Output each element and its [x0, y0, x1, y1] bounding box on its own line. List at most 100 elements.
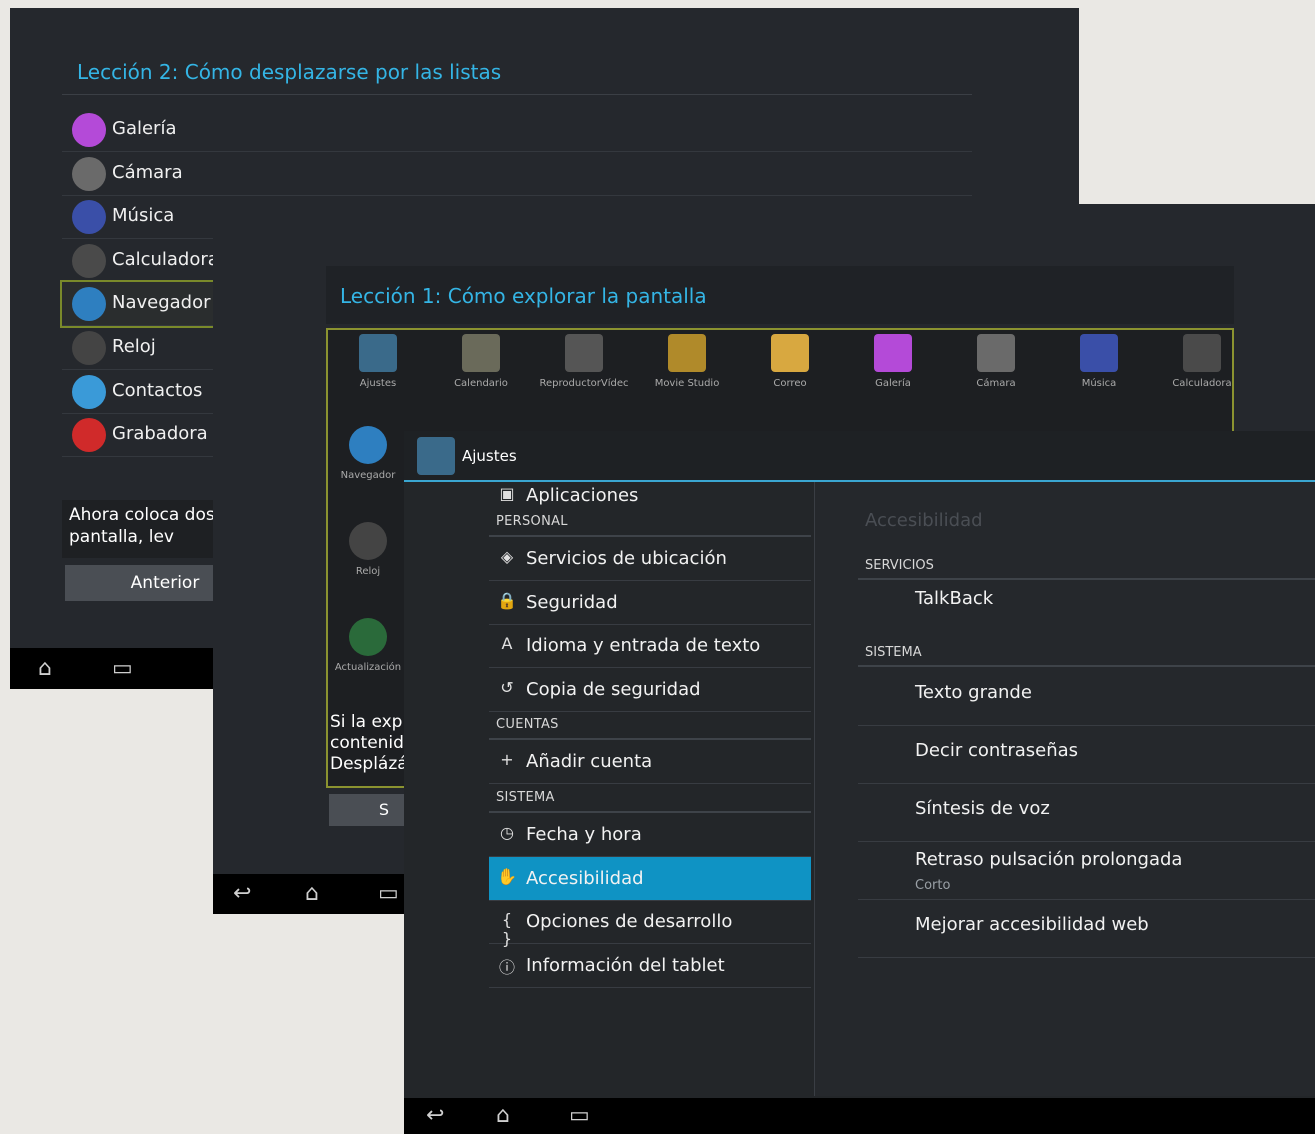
- setting-talkback[interactable]: TalkBack: [858, 580, 1315, 637]
- list-item[interactable]: Galería: [62, 108, 972, 152]
- clock-icon: [349, 522, 387, 560]
- app-calculator[interactable]: Calculadora: [1152, 334, 1252, 389]
- app-update[interactable]: Actualización: [318, 618, 418, 673]
- recorder-icon: [72, 418, 106, 453]
- list-item-label: Grabadora d: [112, 423, 225, 445]
- list-item-label: Música: [112, 205, 175, 227]
- setting-item[interactable]: Retraso pulsación prolongada Corto: [858, 842, 1315, 900]
- setting-label: Decir contraseñas: [915, 740, 1079, 761]
- navigation-bar: ↩ ⌂ ▭: [404, 1098, 1315, 1134]
- settings-item[interactable]: ⓘ Información del tablet: [489, 944, 811, 988]
- settings-icon[interactable]: [417, 437, 455, 475]
- list-item-label: Reloj: [112, 336, 156, 357]
- back-icon[interactable]: ↩: [233, 883, 251, 905]
- calendar-icon: [462, 334, 500, 372]
- recent-apps-icon[interactable]: ▭: [378, 883, 399, 905]
- recent-apps-icon[interactable]: ▭: [112, 658, 133, 680]
- gallery-icon: [874, 334, 912, 372]
- add-icon: +: [500, 750, 514, 770]
- settings-item[interactable]: 🔒 Seguridad: [489, 581, 811, 625]
- home-icon[interactable]: ⌂: [305, 883, 319, 905]
- calculator-icon: [72, 243, 106, 278]
- settings-item-label: Servicios de ubicación: [526, 548, 727, 569]
- settings-item[interactable]: ✋ Accesibilidad: [489, 856, 811, 901]
- video-player-icon: [565, 334, 603, 372]
- app-label: Calendario: [454, 378, 508, 389]
- app-label: Correo: [773, 378, 807, 389]
- app-gallery[interactable]: Galería: [843, 334, 943, 389]
- panel-title: Accesibilidad: [865, 510, 983, 531]
- setting-label: TalkBack: [915, 588, 994, 609]
- settings-item-label: Información del tablet: [526, 954, 725, 976]
- home-icon[interactable]: ⌂: [38, 658, 52, 680]
- app-camera[interactable]: Cámara: [946, 334, 1046, 389]
- settings-item-label: Copia de seguridad: [526, 678, 701, 700]
- list-item-label: Calculadora: [112, 248, 219, 270]
- settings-item-label: Idioma y entrada de texto: [526, 635, 761, 657]
- clock-icon: ◷: [500, 823, 514, 842]
- section-header: SISTEMA: [496, 790, 555, 805]
- settings-item[interactable]: ◷ Fecha y hora: [489, 813, 811, 857]
- recent-apps-icon[interactable]: ▭: [569, 1105, 590, 1127]
- setting-label: Síntesis de voz: [915, 798, 1050, 819]
- divider: [62, 94, 972, 95]
- home-icon[interactable]: ⌂: [496, 1105, 510, 1127]
- app-label: Cámara: [976, 378, 1016, 389]
- location-icon: ◈: [500, 547, 514, 566]
- backup-icon: ↺: [500, 677, 514, 697]
- settings-item-aplicaciones[interactable]: ▣ Aplicaciones: [489, 474, 811, 517]
- app-clock[interactable]: Reloj: [318, 522, 418, 577]
- apps-icon: ▣: [499, 484, 515, 503]
- update-icon: [349, 618, 387, 656]
- settings-title: Ajustes: [462, 447, 517, 465]
- language-icon: A: [501, 634, 513, 654]
- app-clapperboard[interactable]: Movie Studio: [637, 334, 737, 389]
- app-label: Navegador: [340, 470, 396, 481]
- setting-item[interactable]: Mejorar accesibilidad web: [858, 900, 1315, 958]
- back-icon[interactable]: ↩: [426, 1105, 444, 1127]
- setting-item[interactable]: Texto grande: [858, 668, 1315, 726]
- accessibility-panel: Accesibilidad SERVICIOS TalkBack SISTEMA Te…: [814, 482, 1315, 1096]
- settings-item[interactable]: ↺ Copia de seguridad: [489, 668, 811, 712]
- braces-icon: { }: [501, 910, 513, 949]
- settings-item[interactable]: { } Opciones de desarrollo: [489, 900, 811, 948]
- setting-item[interactable]: Decir contraseñas: [858, 726, 1315, 784]
- camera-icon: [72, 156, 106, 191]
- settings-item[interactable]: ◈ Servicios de ubicación: [489, 537, 811, 581]
- section-header: SISTEMA: [865, 645, 922, 660]
- contacts-icon: [72, 374, 106, 409]
- setting-label: Mejorar accesibilidad web: [915, 914, 1149, 935]
- settings-item-label: Seguridad: [526, 591, 618, 613]
- email-icon: [771, 334, 809, 372]
- calculator-icon: [1183, 334, 1221, 372]
- settings-item-label: Fecha y hora: [526, 824, 642, 845]
- app-music[interactable]: Música: [1049, 334, 1149, 389]
- list-item[interactable]: Cámara: [62, 152, 972, 196]
- list-item-label: Cámara: [112, 161, 183, 183]
- app-label: Música: [1081, 378, 1117, 389]
- divider: [858, 665, 1315, 667]
- setting-label: Retraso pulsación prolongada: [915, 849, 1183, 870]
- app-label: Calculadora: [1172, 378, 1232, 389]
- list-item-label: Navegador: [112, 292, 211, 314]
- app-browser-globe[interactable]: Navegador: [318, 426, 418, 481]
- app-video-player[interactable]: ReproductorVídec: [534, 334, 634, 389]
- settings-item-label: Añadir cuenta: [526, 751, 653, 773]
- settings-item-label: Accesibilidad: [526, 867, 644, 889]
- settings-item[interactable]: A Idioma y entrada de texto: [489, 624, 811, 669]
- settings-icon: [359, 334, 397, 372]
- setting-summary: Corto: [915, 878, 951, 893]
- app-calendar[interactable]: Calendario: [431, 334, 531, 389]
- setting-item[interactable]: Síntesis de voz: [858, 784, 1315, 842]
- app-label: Galería: [875, 378, 911, 389]
- lesson2-title: Lección 2: Cómo desplazarse por las list…: [77, 60, 502, 84]
- app-label: Movie Studio: [654, 378, 720, 389]
- app-label: Actualización: [334, 662, 402, 673]
- browser-globe-icon: [349, 426, 387, 464]
- lock-icon: 🔒: [497, 590, 517, 610]
- app-email[interactable]: Correo: [740, 334, 840, 389]
- app-settings[interactable]: Ajustes: [328, 334, 428, 389]
- list-item-label: Galería: [112, 118, 177, 139]
- section-header: SERVICIOS: [865, 558, 934, 573]
- settings-item[interactable]: + Añadir cuenta: [489, 740, 811, 785]
